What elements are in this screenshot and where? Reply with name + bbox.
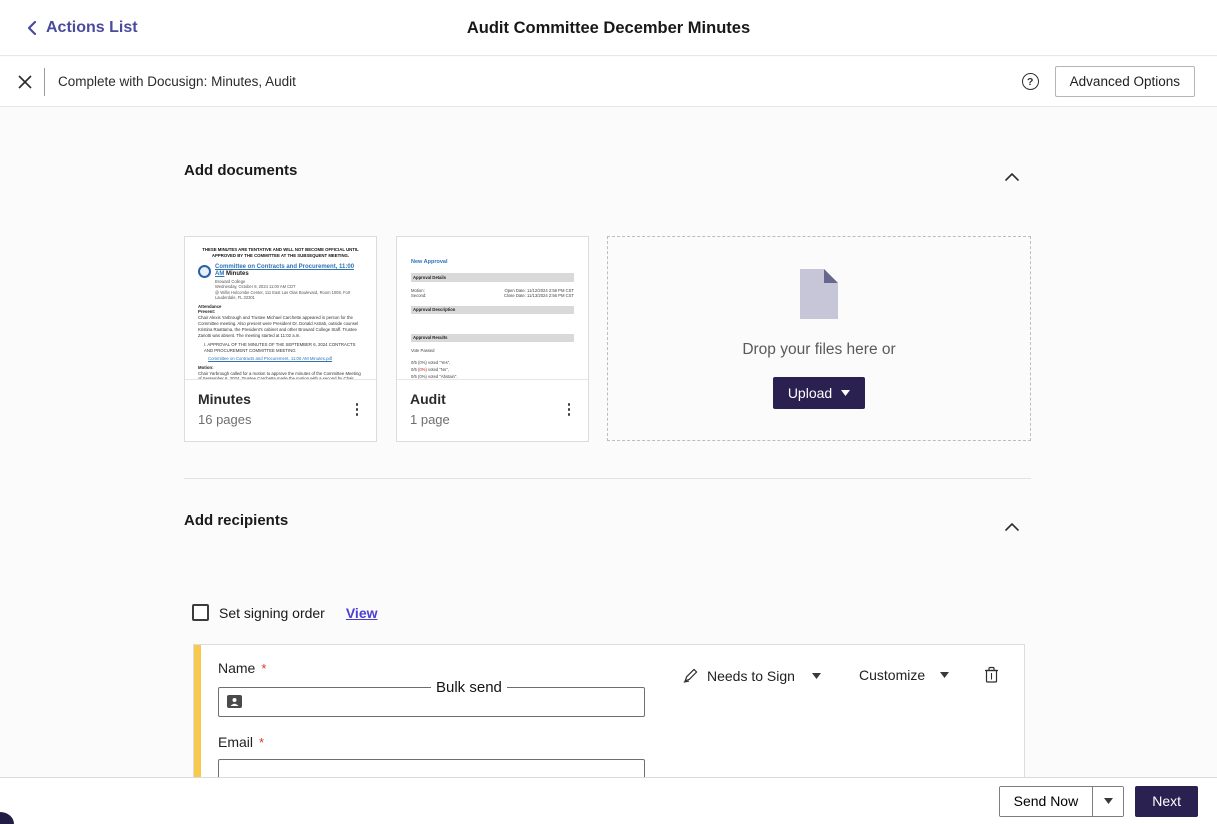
needs-to-sign-dropdown[interactable]: Needs to Sign bbox=[682, 667, 821, 684]
minutes-thumbnail: THESE MINUTES ARE TENTATIVE AND WILL NOT… bbox=[185, 237, 376, 380]
drop-files-prompt: Drop your files here or bbox=[742, 341, 895, 359]
file-drop-zone[interactable]: Drop your files here or Upload bbox=[607, 236, 1031, 441]
task-label: Complete with Docusign: Minutes, Audit bbox=[58, 74, 296, 89]
add-documents-heading: Add documents bbox=[184, 162, 297, 179]
college-seal-logo bbox=[198, 265, 211, 278]
document-title: Audit bbox=[410, 391, 450, 407]
minutes-agenda-item: I. APPROVAL OF THE MINUTES OF THE SEPTEM… bbox=[198, 342, 363, 354]
minutes-disclaimer: THESE MINUTES ARE TENTATIVE AND WILL NOT… bbox=[198, 247, 363, 259]
set-signing-order-checkbox[interactable] bbox=[192, 604, 209, 621]
caret-down-icon bbox=[812, 673, 821, 679]
next-button[interactable]: Next bbox=[1135, 786, 1198, 817]
audit-section-description: Approval Description bbox=[411, 306, 574, 314]
file-icon bbox=[800, 269, 838, 319]
set-signing-order-label: Set signing order bbox=[219, 605, 325, 621]
add-recipients-heading: Add recipients bbox=[184, 512, 288, 529]
customize-dropdown[interactable]: Customize bbox=[859, 667, 949, 683]
audit-vote-result: Vote Passed bbox=[411, 348, 574, 353]
task-toolbar: Complete with Docusign: Minutes, Audit ?… bbox=[0, 57, 1217, 107]
document-page-count: 16 pages bbox=[198, 412, 252, 427]
close-icon[interactable] bbox=[16, 73, 34, 91]
email-field-label: Email* bbox=[218, 734, 264, 750]
minutes-motion-text: Chair Yarbrough called for a motion to a… bbox=[198, 371, 363, 380]
caret-down-icon bbox=[841, 390, 850, 396]
pen-icon bbox=[682, 667, 699, 684]
kebab-menu-icon[interactable] bbox=[351, 399, 364, 427]
help-icon[interactable]: ? bbox=[1022, 73, 1039, 90]
document-card-audit: New Approval Approval Details Motion:Sec… bbox=[396, 236, 589, 442]
caret-down-icon bbox=[940, 672, 949, 678]
minutes-present-text: Chair Alexis Yarbrough and Trustee Micha… bbox=[198, 315, 363, 338]
recipient-card: Name* Bulk send Needs to Sign Customize … bbox=[193, 644, 1025, 777]
app-header: Actions List Audit Committee December Mi… bbox=[0, 0, 1217, 56]
upload-button[interactable]: Upload bbox=[773, 377, 865, 409]
page-title: Audit Committee December Minutes bbox=[0, 0, 1217, 56]
name-field-label: Name* bbox=[218, 660, 266, 676]
kebab-menu-icon[interactable] bbox=[563, 399, 576, 427]
recipient-color-stripe bbox=[194, 645, 201, 777]
required-asterisk: * bbox=[259, 735, 264, 750]
view-link[interactable]: View bbox=[346, 605, 378, 621]
advanced-options-button[interactable]: Advanced Options bbox=[1055, 66, 1195, 97]
section-divider bbox=[184, 478, 1031, 479]
action-footer: Send Now Next bbox=[0, 777, 1217, 824]
docusign-task-window: Actions List Audit Committee December Mi… bbox=[0, 0, 1217, 824]
recipient-email-input[interactable] bbox=[218, 759, 645, 777]
document-title: Minutes bbox=[198, 391, 252, 407]
send-now-button[interactable]: Send Now bbox=[1000, 787, 1093, 816]
collapse-documents-chevron-up-icon[interactable] bbox=[1000, 168, 1024, 186]
audit-doc-title: New Approval bbox=[411, 259, 574, 266]
collapse-recipients-chevron-up-icon[interactable] bbox=[1000, 518, 1024, 536]
audit-section-results: Approval Results bbox=[411, 334, 574, 342]
bulk-send-button[interactable]: Bulk send bbox=[431, 679, 507, 696]
minutes-heading-suffix: Minutes bbox=[224, 271, 248, 277]
minutes-attachment-link: Committee on Contracts and Procurement, … bbox=[198, 356, 363, 362]
send-now-split-button: Send Now bbox=[999, 786, 1125, 817]
toolbar-divider bbox=[44, 68, 45, 96]
required-asterisk: * bbox=[261, 661, 266, 676]
trash-icon[interactable] bbox=[984, 666, 999, 683]
audit-thumbnail: New Approval Approval Details Motion:Sec… bbox=[397, 237, 588, 380]
document-page-count: 1 page bbox=[410, 412, 450, 427]
minutes-location: @ Willis Holcombe Center, 111 East Las O… bbox=[215, 290, 363, 301]
document-card-minutes: THESE MINUTES ARE TENTATIVE AND WILL NOT… bbox=[184, 236, 377, 442]
audit-vote-lines: 0/5 (0%) voted "Yes", 0/5 (0%) voted "No… bbox=[411, 360, 574, 380]
audit-section-details: Approval Details bbox=[411, 273, 574, 281]
send-now-caret-icon[interactable] bbox=[1092, 787, 1123, 816]
